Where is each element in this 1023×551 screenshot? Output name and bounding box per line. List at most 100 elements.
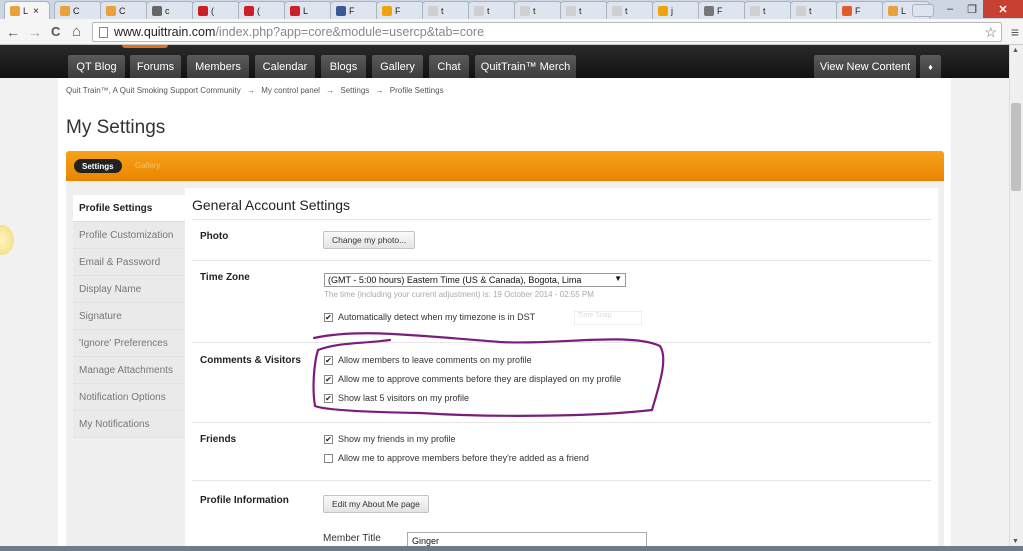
tab-gallery[interactable]: Gallery <box>135 161 160 170</box>
maximize-button[interactable]: ❐ <box>961 0 983 18</box>
general-account-settings: General Account Settings Photo Change my… <box>185 188 938 551</box>
close-tab-icon[interactable]: × <box>33 6 39 17</box>
show-visitors-checkbox[interactable]: ✔ <box>324 393 333 403</box>
tab-favicon-icon <box>382 5 392 16</box>
divider <box>192 260 931 261</box>
photo-label: Photo <box>200 231 229 242</box>
tab-title: C <box>73 5 80 16</box>
sidebar-item-email-password[interactable]: Email & Password <box>73 249 185 276</box>
tab-title: c <box>165 5 170 16</box>
tab-title: t <box>533 5 536 16</box>
sidebar-item-profile-settings[interactable]: Profile Settings <box>73 195 185 222</box>
nav-gallery[interactable]: Gallery <box>372 55 423 78</box>
comments-option-row[interactable]: ✔ Show last 5 visitors on my profile <box>324 393 469 403</box>
browser-tab[interactable]: t <box>790 1 838 19</box>
browser-tab[interactable]: C <box>54 1 102 19</box>
comments-option-row[interactable]: ✔ Allow me to approve comments before th… <box>324 374 621 384</box>
bookmark-star-icon[interactable]: ☆ <box>984 24 997 41</box>
tab-favicon-icon <box>474 5 484 16</box>
browser-tab[interactable]: t <box>606 1 654 19</box>
nav-forums[interactable]: Forums <box>130 55 181 78</box>
tab-settings[interactable]: Settings <box>74 159 122 173</box>
browser-tab[interactable]: ( <box>192 1 240 19</box>
settings-tab-bar <box>66 151 944 181</box>
url-path: /index.php?app=core&module=usercp&tab=co… <box>215 25 485 39</box>
tab-favicon-icon <box>198 5 208 16</box>
change-photo-button[interactable]: Change my photo... <box>323 231 416 249</box>
home-icon[interactable]: ⌂ <box>72 24 81 40</box>
sidebar-item-signature[interactable]: Signature <box>73 303 185 330</box>
comments-allow-checkbox[interactable]: ✔ <box>324 355 333 365</box>
map-pin-icon[interactable]: ♦ <box>920 55 941 78</box>
breadcrumb: Quit Train™, A Quit Smoking Support Comm… <box>66 86 448 95</box>
breadcrumb-settings[interactable]: Settings <box>340 86 369 95</box>
sidebar-item-my-notifications[interactable]: My Notifications <box>73 411 185 438</box>
nav-qt-blog[interactable]: QT Blog <box>68 55 125 78</box>
browser-tab[interactable]: c <box>146 1 194 19</box>
browser-tab[interactable]: ( <box>238 1 286 19</box>
nav-merch[interactable]: QuitTrain™ Merch <box>475 55 576 78</box>
comments-allow-label: Allow members to leave comments on my pr… <box>338 355 532 365</box>
browser-tab[interactable]: t <box>560 1 608 19</box>
tab-favicon-icon <box>10 6 20 16</box>
dst-checkbox-row[interactable]: ✔ Automatically detect when my timezone … <box>324 312 535 322</box>
show-friends-checkbox[interactable]: ✔ <box>324 434 333 444</box>
friends-option-row[interactable]: ✔ Show my friends in my profile <box>324 434 456 444</box>
site-navbar: QT Blog Forums Members Calendar Blogs Ga… <box>0 45 1009 78</box>
scroll-down-icon[interactable]: ▼ <box>1012 538 1019 545</box>
window-controls: – ❐ ✕ <box>939 0 1023 18</box>
timezone-hint: The time (including your current adjustm… <box>324 290 594 299</box>
reload-icon[interactable]: C <box>51 24 60 40</box>
tab-favicon-icon <box>796 5 806 16</box>
scroll-up-icon[interactable]: ▲ <box>1012 47 1019 54</box>
breadcrumb-home[interactable]: Quit Train™, A Quit Smoking Support Comm… <box>66 86 241 95</box>
sidebar-item-notification-options[interactable]: Notification Options <box>73 384 185 411</box>
browser-tab[interactable]: F <box>698 1 746 19</box>
browser-tab[interactable]: t <box>468 1 516 19</box>
browser-tab[interactable]: L <box>284 1 332 19</box>
scroll-thumb[interactable] <box>1011 103 1021 191</box>
forward-icon[interactable]: → <box>28 24 42 40</box>
sidebar-item-profile-customization[interactable]: Profile Customization <box>73 222 185 249</box>
sidebar-item-display-name[interactable]: Display Name <box>73 276 185 303</box>
dst-checkbox-label: Automatically detect when my timezone is… <box>338 312 536 322</box>
nav-chat[interactable]: Chat <box>429 55 469 78</box>
nav-blogs[interactable]: Blogs <box>321 55 366 78</box>
sidebar-item-ignore-preferences[interactable]: 'Ignore' Preferences <box>73 330 185 357</box>
new-tab-button[interactable] <box>912 4 934 17</box>
url-host: www.quittrain.com <box>114 25 216 39</box>
friends-option-row[interactable]: Allow me to approve members before they'… <box>324 453 589 463</box>
browser-tab[interactable]: F <box>376 1 424 19</box>
dst-checkbox[interactable]: ✔ <box>324 312 333 322</box>
browser-tab[interactable]: t <box>744 1 792 19</box>
address-bar[interactable]: www.quittrain.com/index.php?app=core&mod… <box>92 22 1002 42</box>
show-visitors-label: Show last 5 visitors on my profile <box>338 393 470 403</box>
dropdown-arrow-icon: ▼ <box>614 274 622 283</box>
browser-tab[interactable]: t <box>514 1 562 19</box>
comments-approve-checkbox[interactable]: ✔ <box>324 374 333 384</box>
tab-title: ( <box>211 5 214 16</box>
browser-tab[interactable]: L × <box>4 1 50 20</box>
browser-tab[interactable]: F <box>836 1 884 19</box>
nav-members[interactable]: Members <box>187 55 249 78</box>
back-icon[interactable]: ← <box>6 24 20 40</box>
page-icon <box>99 26 108 38</box>
nav-calendar[interactable]: Calendar <box>255 55 315 78</box>
chrome-menu-icon[interactable]: ≡ <box>1011 24 1019 40</box>
minimize-button[interactable]: – <box>939 0 961 18</box>
comments-option-row[interactable]: ✔ Allow members to leave comments on my … <box>324 355 532 365</box>
view-new-content-button[interactable]: View New Content <box>814 55 916 78</box>
timezone-select[interactable]: (GMT - 5:00 hours) Eastern Time (US & Ca… <box>324 273 626 287</box>
edit-about-me-button[interactable]: Edit my About Me page <box>323 495 429 513</box>
close-window-button[interactable]: ✕ <box>983 0 1023 18</box>
tab-favicon-icon <box>658 5 668 16</box>
approve-friends-checkbox[interactable] <box>324 453 333 463</box>
page-title: My Settings <box>66 117 166 138</box>
browser-tab[interactable]: t <box>422 1 470 19</box>
browser-tab[interactable]: F <box>330 1 378 19</box>
sidebar-item-manage-attachments[interactable]: Manage Attachments <box>73 357 185 384</box>
browser-tab[interactable]: C <box>100 1 148 19</box>
browser-tab[interactable]: j <box>652 1 700 19</box>
breadcrumb-control-panel[interactable]: My control panel <box>261 86 320 95</box>
breadcrumb-profile-settings[interactable]: Profile Settings <box>390 86 444 95</box>
